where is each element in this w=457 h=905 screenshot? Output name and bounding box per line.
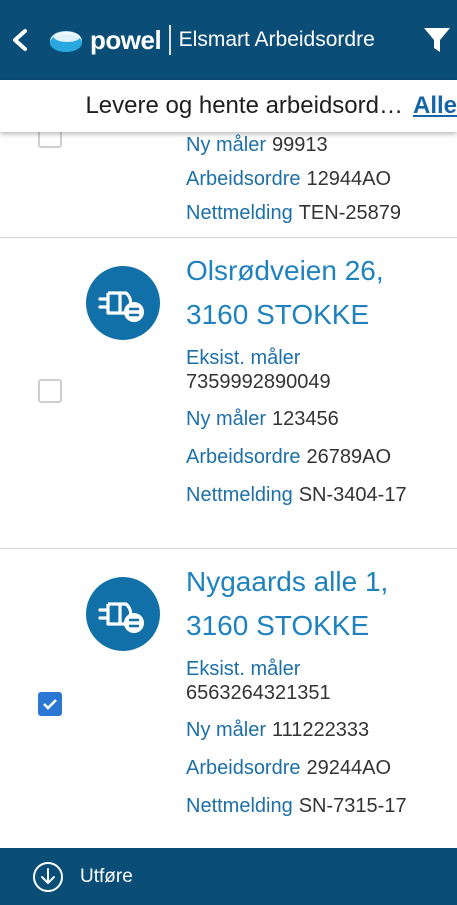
- filter-button[interactable]: [417, 20, 457, 60]
- title-divider: [169, 25, 171, 55]
- app-title: Elsmart Arbeidsordre: [178, 28, 375, 51]
- address-line-1[interactable]: Olsrødveien 26,: [186, 252, 384, 290]
- new-meter-row: Ny måler 123456: [186, 406, 339, 432]
- work-order-value: 26789AO: [306, 446, 392, 468]
- all-link[interactable]: Alle: [413, 92, 457, 120]
- net-message-row: Nettmelding SN-3404-17: [186, 482, 407, 508]
- meter-exchange-icon: [86, 266, 160, 340]
- select-checkbox[interactable]: [38, 379, 62, 403]
- net-message-label: Nettmelding: [186, 795, 293, 817]
- new-meter-label: Ny måler: [186, 134, 267, 156]
- work-order-row: Arbeidsordre 26789AO: [186, 444, 391, 470]
- new-meter-row: Ny måler 99913: [186, 132, 328, 158]
- net-message-value: TEN-25879: [298, 202, 401, 224]
- net-message-row: Nettmelding SN-7315-17: [186, 793, 407, 819]
- new-meter-row: Ny måler 111222333: [186, 717, 369, 743]
- work-order-card[interactable]: Olsrødveien 26, 3160 STOKKE Eksist. måle…: [0, 238, 457, 549]
- work-order-card[interactable]: Ny måler 99913 Arbeidsordre 12944AO Nettme…: [0, 132, 457, 238]
- work-order-card[interactable]: Nygaards alle 1, 3160 STOKKE Eksist. mål…: [0, 549, 457, 848]
- existing-meter-label: Eksist. måler: [186, 347, 301, 369]
- arrow-down-circle-icon[interactable]: [32, 861, 64, 893]
- new-meter-label: Ny måler: [186, 408, 267, 430]
- back-button[interactable]: [0, 0, 40, 80]
- existing-meter-value: 7359992890049: [186, 371, 331, 393]
- new-meter-label: Ny måler: [186, 719, 267, 741]
- action-bar: Utføre: [0, 848, 457, 905]
- select-checkbox[interactable]: [38, 692, 62, 716]
- work-order-value: 12944AO: [306, 168, 392, 190]
- new-meter-value: 99913: [272, 134, 328, 156]
- net-message-label: Nettmelding: [186, 202, 293, 224]
- app-bar: powel Elsmart Arbeidsordre: [0, 0, 457, 80]
- address-line-2[interactable]: 3160 STOKKE: [186, 296, 369, 334]
- existing-meter-label: Eksist. måler: [186, 658, 301, 680]
- checkmark-icon: [43, 699, 57, 710]
- new-meter-value: 111222333: [272, 719, 370, 741]
- new-meter-value: 123456: [272, 408, 339, 430]
- powel-logo-icon: [50, 31, 82, 52]
- work-order-label: Arbeidsordre: [186, 168, 301, 190]
- address-line-1[interactable]: Nygaards alle 1,: [186, 563, 388, 601]
- filter-funnel-icon: [424, 28, 450, 52]
- address-line-2[interactable]: 3160 STOKKE: [186, 607, 369, 645]
- work-order-label: Arbeidsordre: [186, 757, 301, 779]
- work-order-row: Arbeidsordre 29244AO: [186, 755, 391, 781]
- net-message-value: SN-7315-17: [298, 795, 407, 817]
- chevron-left-icon: [13, 29, 27, 51]
- work-order-row: Arbeidsordre 12944AO: [186, 166, 391, 192]
- net-message-label: Nettmelding: [186, 484, 293, 506]
- list-title: Levere og hente arbeidsord…: [85, 92, 403, 119]
- work-order-label: Arbeidsordre: [186, 446, 301, 468]
- select-checkbox[interactable]: [38, 132, 62, 148]
- work-order-value: 29244AO: [306, 757, 392, 779]
- work-order-list[interactable]: Ny måler 99913 Arbeidsordre 12944AO Nettme…: [0, 132, 457, 848]
- meter-exchange-icon: [86, 577, 160, 651]
- existing-meter-value: 6563264321351: [186, 682, 331, 704]
- list-header: Levere og hente arbeidsord… Alle: [0, 80, 457, 132]
- net-message-value: SN-3404-17: [298, 484, 407, 506]
- net-message-row: Nettmelding TEN-25879: [186, 200, 401, 226]
- brand-name: powel: [90, 24, 162, 55]
- execute-button[interactable]: Utføre: [80, 866, 133, 888]
